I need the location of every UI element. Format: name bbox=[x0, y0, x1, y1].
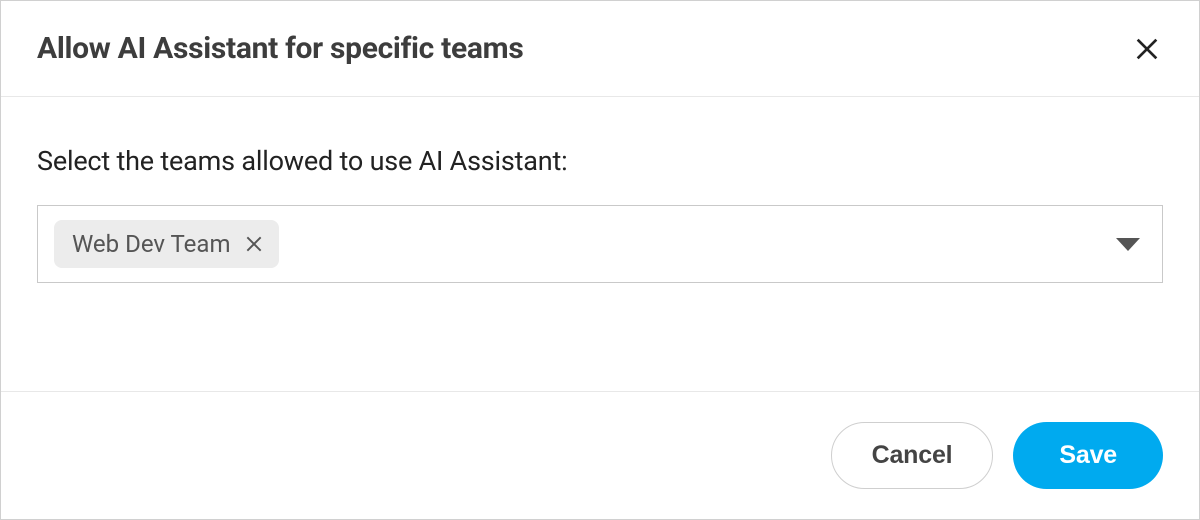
chevron-down-icon bbox=[1116, 238, 1140, 251]
dialog-title: Allow AI Assistant for specific teams bbox=[37, 31, 523, 66]
team-chip-remove[interactable] bbox=[243, 233, 265, 255]
dialog-footer: Cancel Save bbox=[1, 391, 1199, 519]
teams-multiselect[interactable]: Web Dev Team bbox=[37, 205, 1163, 283]
dialog-header: Allow AI Assistant for specific teams bbox=[1, 1, 1199, 97]
close-icon bbox=[1133, 35, 1161, 63]
save-button[interactable]: Save bbox=[1013, 422, 1163, 489]
team-chip: Web Dev Team bbox=[54, 220, 279, 268]
close-button[interactable] bbox=[1131, 33, 1163, 65]
teams-field-label: Select the teams allowed to use AI Assis… bbox=[37, 145, 1163, 177]
selected-chips: Web Dev Team bbox=[54, 220, 279, 268]
cancel-button[interactable]: Cancel bbox=[831, 422, 994, 489]
dialog-body: Select the teams allowed to use AI Assis… bbox=[1, 97, 1199, 391]
close-icon bbox=[244, 234, 264, 254]
dialog: Allow AI Assistant for specific teams Se… bbox=[0, 0, 1200, 520]
team-chip-label: Web Dev Team bbox=[72, 230, 231, 258]
